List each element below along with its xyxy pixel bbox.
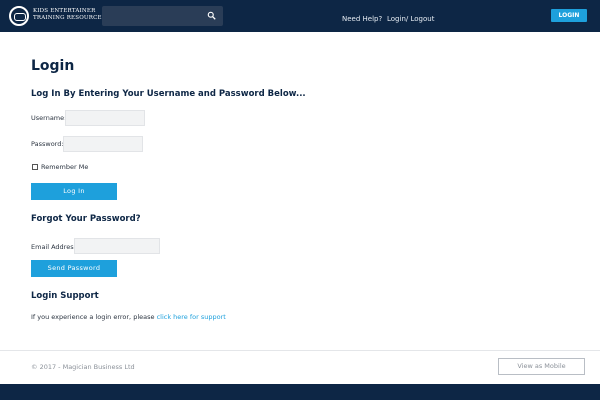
login-support-heading: Login Support [31, 291, 99, 301]
view-as-mobile-button[interactable]: View as Mobile [498, 358, 585, 375]
login-logout-link[interactable]: Login/ Logout [387, 15, 434, 23]
brand-name[interactable]: KIDS ENTERTAINER TRAINING RESOURCE [33, 8, 102, 22]
page-title: Login [31, 58, 75, 74]
brand-line-2: TRAINING RESOURCE [33, 15, 102, 21]
email-address-field[interactable] [74, 238, 160, 254]
search-icon[interactable] [207, 11, 216, 20]
remember-me-label: Remember Me [41, 163, 89, 171]
password-field[interactable] [63, 136, 143, 152]
header-login-button[interactable]: LOGIN [551, 9, 587, 22]
support-text-body: If you experience a login error, please [31, 313, 157, 321]
remember-me-checkbox[interactable] [32, 164, 38, 170]
copyright-text: © 2017 - Magician Business Ltd [31, 363, 135, 371]
username-label: Username: [31, 114, 67, 122]
footer-divider [0, 350, 600, 351]
need-help-link[interactable]: Need Help? [342, 15, 382, 23]
username-field[interactable] [65, 110, 145, 126]
forgot-password-heading: Forgot Your Password? [31, 214, 141, 224]
password-label: Password: [31, 140, 64, 148]
footer-bottom-bar [0, 384, 600, 400]
login-instructions-heading: Log In By Entering Your Username and Pas… [31, 89, 306, 99]
email-address-label: Email Address: [31, 243, 80, 251]
support-link[interactable]: click here for support [157, 313, 226, 321]
login-submit-button[interactable]: Log In [31, 183, 117, 200]
brand-line-1: KIDS ENTERTAINER [33, 8, 96, 14]
support-text: If you experience a login error, please … [31, 313, 226, 321]
logo-icon[interactable] [9, 6, 29, 26]
top-navigation-bar: KIDS ENTERTAINER TRAINING RESOURCE Need … [0, 0, 600, 32]
search-input[interactable] [102, 6, 223, 26]
send-password-button[interactable]: Send Password [31, 260, 117, 277]
